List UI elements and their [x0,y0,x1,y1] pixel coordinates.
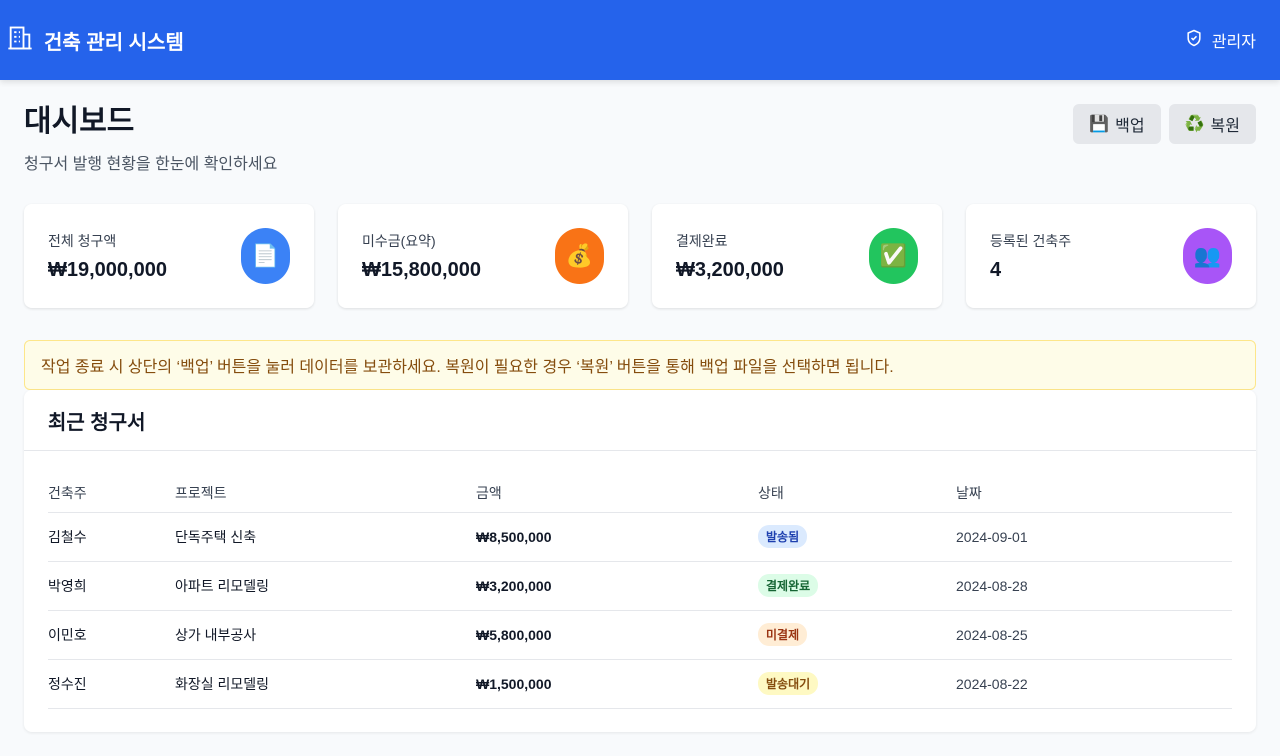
page-title: 대시보드 [24,105,135,138]
recycle-icon: ♻️ [1184,116,1205,133]
amount-cell: ₩5,800,000 [476,610,758,660]
project-cell: 단독주택 신축 [175,512,476,562]
table-row[interactable]: 박영희 아파트 리모델링 ₩3,200,000 결제완료 2024-08-28 [48,561,1232,611]
admin-menu[interactable]: 관리자 [1184,28,1256,53]
app-title: 건축 관리 시스템 [44,31,184,54]
backup-button[interactable]: 💾 백업 [1073,104,1161,144]
status-cell: 발송됨 [758,512,956,562]
recent-invoices-panel: 최근 청구서 건축주 프로젝트 금액 상태 날짜 김철수 단독주택 신축 ₩8,… [24,390,1256,732]
invoices-table: 건축주 프로젝트 금액 상태 날짜 김철수 단독주택 신축 ₩8,500,000… [48,475,1232,709]
shield-check-icon [1184,28,1204,53]
stat-value: 4 [990,258,1002,281]
header-actions: 💾 백업 ♻️ 복원 [1073,104,1256,144]
status-badge: 발송대기 [758,672,819,695]
table-header-row: 건축주 프로젝트 금액 상태 날짜 [48,475,1232,513]
page-header: 대시보드 청구서 발행 현황을 한눈에 확인하세요 💾 백업 ♻️ 복원 [24,104,1256,204]
amount-cell: ₩3,200,000 [476,561,758,611]
check-mark-icon: ✅ [869,228,918,284]
owner-cell: 정수진 [48,659,175,709]
stat-label: 등록된 건축주 [990,232,1072,249]
backup-notice: 작업 종료 시 상단의 ‘백업’ 버튼을 눌러 데이터를 보관하세요. 복원이 … [24,340,1256,390]
owner-cell: 박영희 [48,561,175,611]
date-cell: 2024-08-25 [956,610,1232,660]
table-wrapper: 건축주 프로젝트 금액 상태 날짜 김철수 단독주택 신축 ₩8,500,000… [24,451,1256,709]
amount-cell: ₩8,500,000 [476,512,758,562]
stat-cards: 전체 청구액 ₩19,000,000 📄 미수금(요약) ₩15,800,000… [24,204,1256,308]
status-badge: 결제완료 [758,574,819,597]
stat-card-outstanding: 미수금(요약) ₩15,800,000 💰 [338,204,628,308]
column-header-amount[interactable]: 금액 [476,475,758,513]
stat-value: ₩19,000,000 [48,258,167,281]
column-header-date[interactable]: 날짜 [956,475,1232,513]
table-row[interactable]: 김철수 단독주택 신축 ₩8,500,000 발송됨 2024-09-01 [48,512,1232,562]
status-cell: 미결제 [758,610,956,660]
status-cell: 결제완료 [758,561,956,611]
column-header-owner[interactable]: 건축주 [48,475,175,513]
restore-button-label: 복원 [1210,118,1240,135]
date-cell: 2024-09-01 [956,512,1232,562]
users-icon: 👥 [1183,228,1232,284]
money-bag-icon: 💰 [555,228,604,284]
date-cell: 2024-08-22 [956,659,1232,709]
date-cell: 2024-08-28 [956,561,1232,611]
status-badge: 발송됨 [758,525,808,548]
stat-card-total: 전체 청구액 ₩19,000,000 📄 [24,204,314,308]
app-header: 건축 관리 시스템 관리자 [0,0,1280,80]
table-row[interactable]: 정수진 화장실 리모델링 ₩1,500,000 발송대기 2024-08-22 [48,659,1232,709]
amount-cell: ₩1,500,000 [476,659,758,709]
owner-cell: 이민호 [48,610,175,660]
page-subtitle: 청구서 발행 현황을 한눈에 확인하세요 [24,156,278,173]
stat-label: 전체 청구액 [48,232,117,249]
project-cell: 상가 내부공사 [175,610,476,660]
stat-value: ₩15,800,000 [362,258,481,281]
project-cell: 화장실 리모델링 [175,659,476,709]
restore-button[interactable]: ♻️ 복원 [1168,104,1256,144]
brand[interactable]: 건축 관리 시스템 [6,24,184,57]
status-cell: 발송대기 [758,659,956,709]
main-content: 대시보드 청구서 발행 현황을 한눈에 확인하세요 💾 백업 ♻️ 복원 전체 … [0,80,1280,732]
column-header-status[interactable]: 상태 [758,475,956,513]
stat-card-paid: 결제완료 ₩3,200,000 ✅ [652,204,942,308]
document-icon: 📄 [241,228,290,284]
status-badge: 미결제 [758,623,808,646]
stat-card-owners: 등록된 건축주 4 👥 [966,204,1256,308]
stat-label: 결제완료 [676,232,728,249]
backup-button-label: 백업 [1115,118,1145,135]
table-row[interactable]: 이민호 상가 내부공사 ₩5,800,000 미결제 2024-08-25 [48,610,1232,660]
owner-cell: 김철수 [48,512,175,562]
panel-header: 최근 청구서 [24,390,1256,451]
project-cell: 아파트 리모델링 [175,561,476,611]
stat-value: ₩3,200,000 [676,258,784,281]
column-header-project[interactable]: 프로젝트 [175,475,476,513]
stat-label: 미수금(요약) [362,232,436,249]
building-icon [6,24,34,57]
floppy-disk-icon: 💾 [1089,116,1110,133]
panel-title: 최근 청구서 [48,411,146,434]
admin-label: 관리자 [1211,34,1256,51]
